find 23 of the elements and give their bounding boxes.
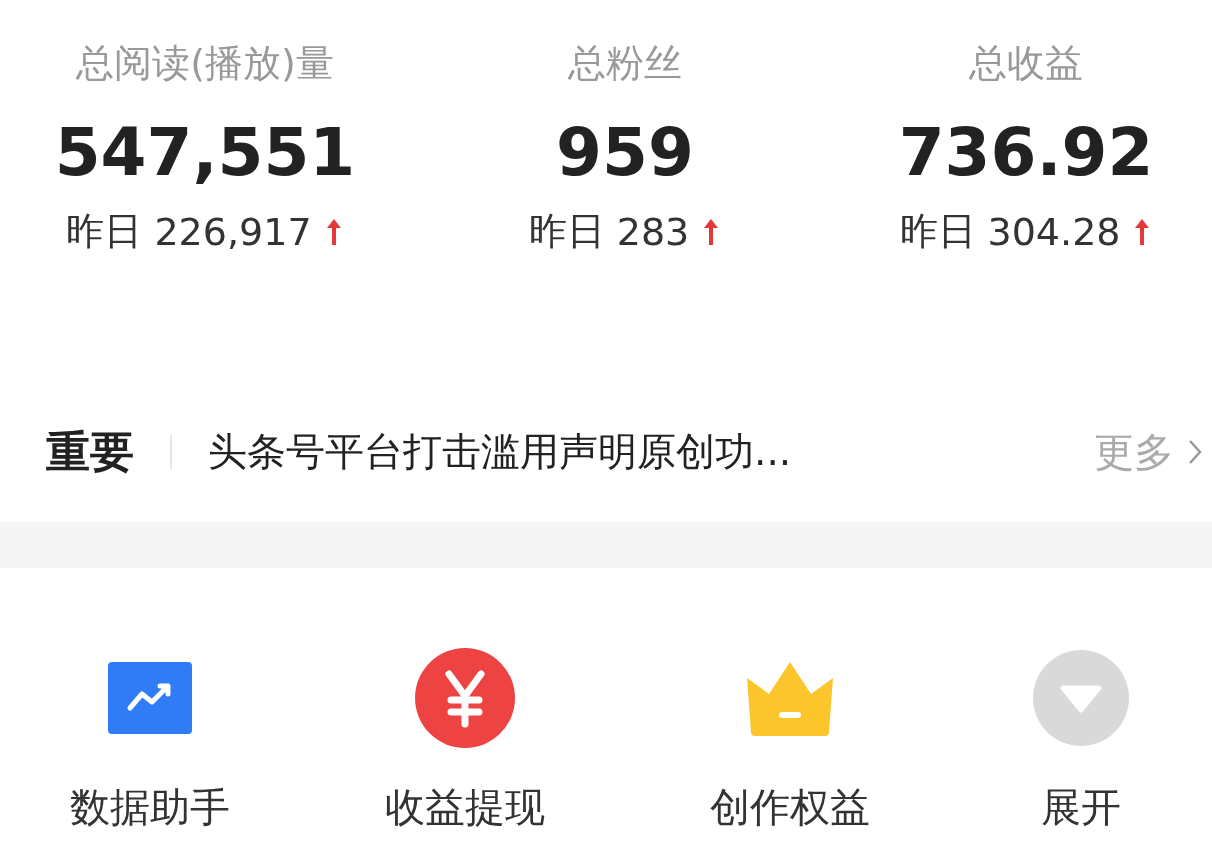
shortcut-button[interactable]: 展开 xyxy=(950,648,1212,835)
yesterday-value: 304.28 xyxy=(987,209,1121,254)
yesterday-label: 昨日 xyxy=(66,208,143,255)
notice-text[interactable]: 头条号平台打击滥用声明原创功... xyxy=(208,425,792,479)
crown-icon xyxy=(745,660,835,736)
stat-value: 736.92 xyxy=(898,114,1154,193)
chart-icon xyxy=(108,662,192,734)
yesterday-label: 昨日 xyxy=(899,208,976,255)
stat-label: 总收益 xyxy=(969,40,1083,87)
yesterday-value: 226,917 xyxy=(154,209,312,254)
stat-value: 547,551 xyxy=(54,114,356,193)
shortcut-button[interactable]: 数据助手 xyxy=(0,648,300,835)
stat-label: 总阅读(播放)量 xyxy=(76,40,334,87)
shortcut-button[interactable]: 创作权益 xyxy=(630,648,950,835)
stat-value: 959 xyxy=(556,114,694,193)
yen-coin-icon xyxy=(415,648,515,748)
chevron-right-icon xyxy=(1188,439,1202,465)
stat-label: 总粉丝 xyxy=(568,40,682,87)
expand-icon xyxy=(1033,650,1129,746)
shortcut-button[interactable]: 收益提现 xyxy=(300,648,630,835)
notice-tag: 重要 xyxy=(46,422,134,482)
yesterday-value: 283 xyxy=(616,209,690,254)
yesterday-label: 昨日 xyxy=(528,208,605,255)
